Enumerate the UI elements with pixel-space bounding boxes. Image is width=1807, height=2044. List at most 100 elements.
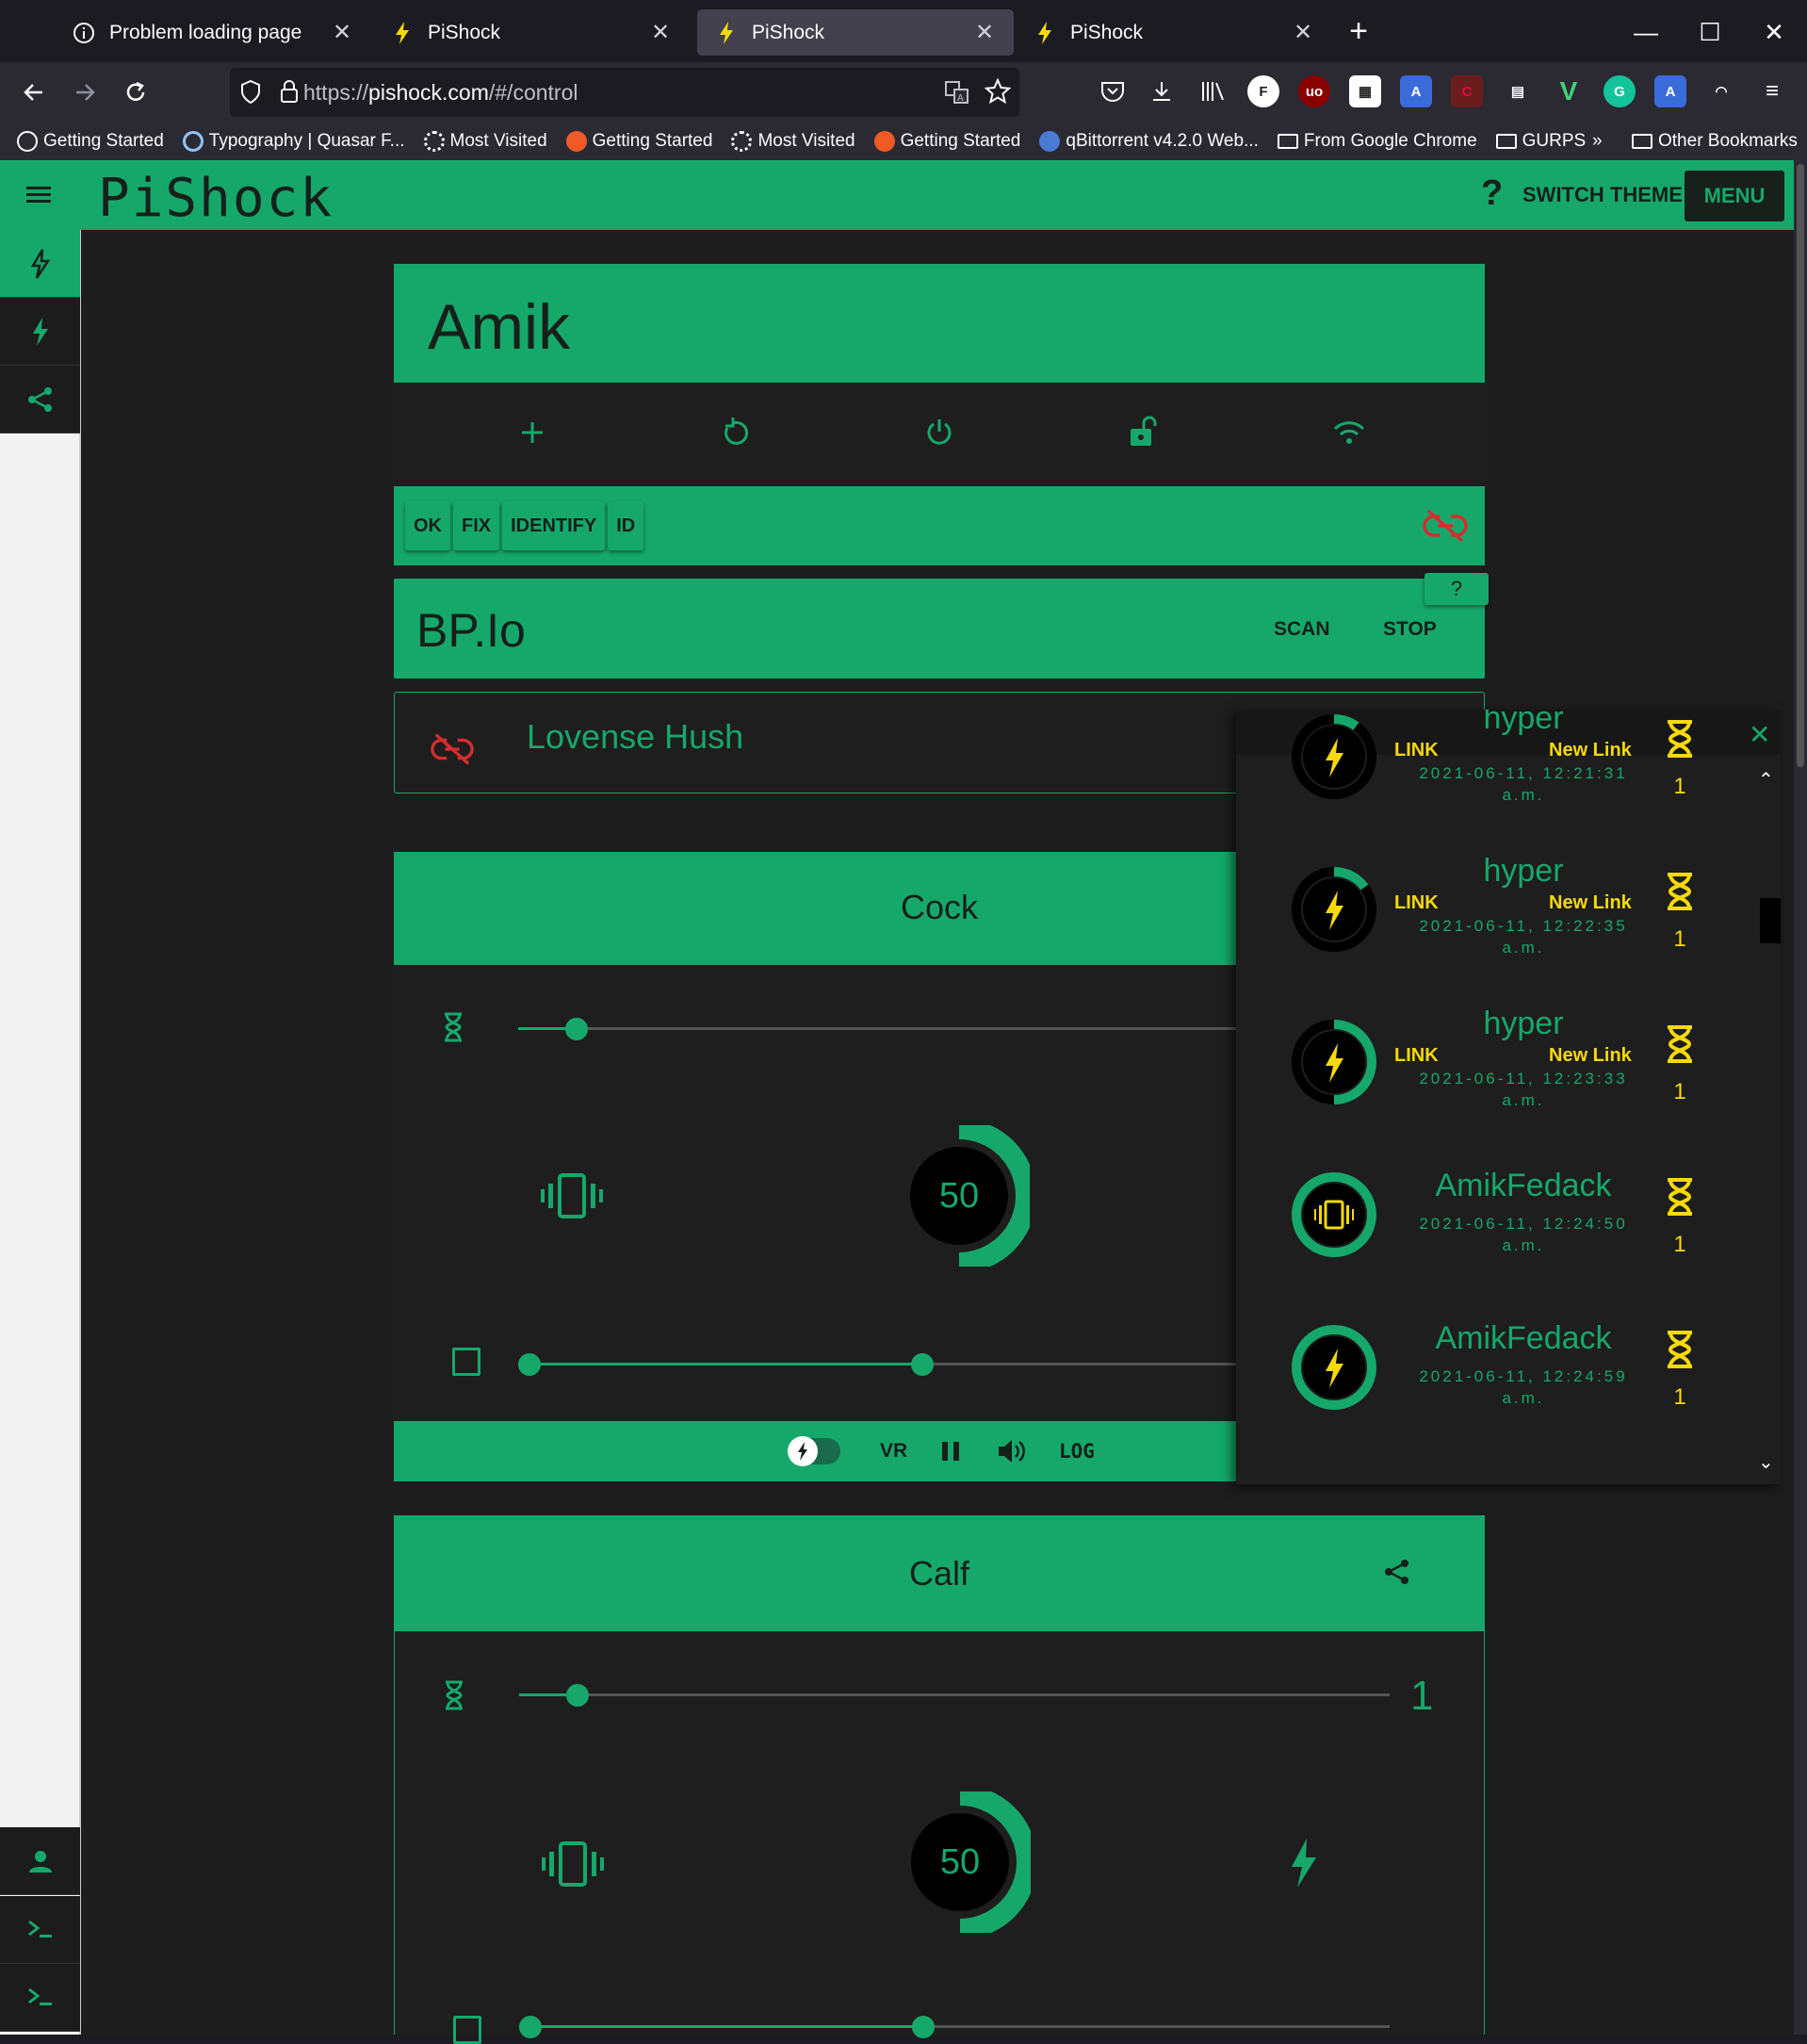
log-item[interactable]: AmikFedack 2021-06-11, 12:24:50 a.m. 1 — [1236, 1158, 1781, 1311]
identify-button[interactable]: IDENTIFY — [502, 501, 606, 550]
close-icon[interactable]: ✕ — [330, 19, 354, 46]
scroll-up-icon[interactable]: ⌃ — [1758, 768, 1774, 792]
stop-button[interactable]: STOP — [1383, 618, 1437, 641]
unlock-icon[interactable] — [1127, 415, 1159, 449]
reader-icon[interactable]: ▤ — [1502, 75, 1534, 107]
menu-button[interactable]: MENU — [1685, 171, 1784, 221]
log-item[interactable]: hyper LINK New Link 2021-06-11, 12:23:33 a.m… — [1236, 1006, 1781, 1158]
log-item[interactable]: hyper LINK New Link 2021-06-11, 12:21:31 a.m… — [1236, 710, 1781, 853]
new-tab-button[interactable]: + — [1340, 13, 1377, 50]
bookmarks-overflow-icon[interactable]: » — [1592, 131, 1603, 152]
intensity-dial[interactable]: 50 — [888, 1125, 1030, 1267]
sidebar-item-console-2[interactable] — [0, 1964, 80, 2032]
log-item[interactable]: AmikFedack 2021-06-11, 12:24:59 a.m. 1 — [1236, 1311, 1781, 1464]
close-icon[interactable]: ✕ — [648, 19, 673, 46]
scrollbar-thumb[interactable] — [1797, 164, 1804, 767]
checkbox[interactable] — [453, 2016, 481, 2044]
shield-icon[interactable] — [239, 79, 262, 106]
scroll-down-icon[interactable]: ⌄ — [1758, 1450, 1774, 1474]
url-bar[interactable]: https://pishock.com/#/control A — [230, 68, 1019, 117]
switch-theme-button[interactable]: SWITCH THEME — [1522, 183, 1683, 207]
bpio-help-button[interactable]: ? — [1424, 573, 1489, 605]
range-knob-max[interactable] — [911, 1353, 934, 1376]
reload-button[interactable] — [117, 74, 155, 111]
log-button[interactable]: LOG — [1059, 1440, 1095, 1463]
bookmark-folder-chrome[interactable]: From Google Chrome — [1277, 131, 1477, 152]
bookmark-getting-started-2[interactable]: Getting Started — [565, 131, 712, 152]
back-button[interactable] — [15, 74, 53, 111]
tab-pishock-3[interactable]: PiShock ✕ — [1016, 9, 1332, 56]
close-icon[interactable]: ✕ — [1291, 19, 1315, 46]
pause-icon[interactable] — [940, 1440, 961, 1463]
minimize-button[interactable]: — — [1622, 13, 1669, 51]
app-menu-icon[interactable]: ≡ — [1756, 75, 1788, 107]
sidebar-item-console-1[interactable] — [0, 1896, 80, 1964]
hamburger-menu-icon[interactable] — [24, 181, 53, 209]
checkbox[interactable] — [452, 1348, 480, 1376]
bookmark-qbittorrent[interactable]: qBittorrent v4.2.0 Web... — [1039, 131, 1259, 152]
close-icon[interactable]: ✕ — [972, 19, 997, 46]
tab-problem-loading[interactable]: Problem loading page ✕ — [55, 9, 371, 56]
tab-pishock-1[interactable]: PiShock ✕ — [373, 9, 690, 56]
id-button[interactable]: ID — [608, 501, 644, 550]
vue-devtools-icon[interactable]: V — [1553, 75, 1585, 107]
window-close-button[interactable]: ✕ — [1750, 13, 1798, 51]
bookmark-typography-quasar[interactable]: Typography | Quasar F... — [182, 131, 405, 152]
sidebar-item-shock[interactable] — [0, 298, 80, 366]
lock-icon[interactable] — [279, 79, 300, 104]
range-knob-max[interactable] — [912, 2016, 935, 2038]
ok-button[interactable]: OK — [405, 501, 450, 550]
page-scrollbar[interactable] — [1794, 160, 1807, 2035]
url-text[interactable]: https://pishock.com/#/control — [303, 80, 578, 106]
bookmark-getting-started-3[interactable]: Getting Started — [873, 131, 1020, 152]
intensity-range-slider[interactable] — [519, 2016, 1390, 2038]
restart-icon[interactable] — [720, 417, 752, 449]
log-scrollbar-thumb[interactable] — [1760, 898, 1781, 943]
intensity-dial[interactable]: 50 — [889, 1791, 1031, 1933]
shock-icon[interactable] — [1286, 1837, 1320, 1889]
bookmark-most-visited-2[interactable]: Most Visited — [731, 131, 855, 152]
maximize-button[interactable]: ☐ — [1686, 13, 1734, 51]
pocket-icon[interactable] — [1097, 75, 1129, 107]
bookmark-folder-gurps[interactable]: GURPS — [1495, 131, 1586, 152]
device-link-off-icon — [431, 730, 474, 768]
facebook-container-icon[interactable]: F — [1247, 75, 1279, 107]
sidebar-item-account[interactable] — [0, 1827, 80, 1895]
scan-button[interactable]: SCAN — [1274, 618, 1330, 641]
ublock-icon[interactable]: uo — [1298, 75, 1330, 107]
vr-button[interactable]: VR — [880, 1440, 907, 1463]
download-icon[interactable] — [1146, 75, 1178, 107]
cors-icon[interactable]: C — [1451, 75, 1483, 107]
power-icon[interactable] — [923, 417, 955, 449]
forward-button[interactable] — [66, 74, 104, 111]
range-knob-min[interactable] — [519, 2016, 542, 2038]
bookmark-other[interactable]: Other Bookmarks — [1632, 131, 1798, 152]
star-icon[interactable] — [984, 77, 1012, 106]
translate-extension-icon[interactable]: A — [1400, 75, 1432, 107]
slider-knob[interactable] — [565, 1018, 588, 1040]
qr-code-icon[interactable]: ▦ — [1349, 75, 1381, 107]
translate-icon[interactable]: A — [944, 79, 970, 106]
add-icon[interactable] — [518, 418, 546, 447]
grammarly-icon[interactable]: G — [1604, 75, 1636, 107]
bookmark-most-visited[interactable]: Most Visited — [423, 131, 547, 152]
help-button[interactable]: ? — [1481, 173, 1503, 214]
volume-icon[interactable] — [997, 1438, 1027, 1464]
slider-knob[interactable] — [566, 1684, 589, 1707]
duration-slider[interactable] — [519, 1684, 1390, 1707]
sidebar-item-share[interactable] — [0, 366, 80, 433]
vibrate-icon[interactable] — [542, 1840, 604, 1888]
mode-toggle[interactable] — [788, 1436, 840, 1466]
vibrate-icon[interactable] — [541, 1172, 603, 1219]
sidebar-item-control[interactable] — [0, 230, 80, 298]
log-item[interactable]: hyper LINK New Link 2021-06-11, 12:22:35 a.m… — [1236, 853, 1781, 1006]
range-knob-min[interactable] — [518, 1353, 541, 1376]
wifi-icon[interactable] — [1332, 418, 1366, 447]
bookmark-getting-started[interactable]: Getting Started — [17, 131, 164, 152]
library-icon[interactable] — [1197, 75, 1229, 107]
fix-button[interactable]: FIX — [453, 501, 500, 550]
share-icon[interactable] — [1383, 1558, 1411, 1586]
profile-icon[interactable]: ◠ — [1705, 75, 1737, 107]
tab-pishock-active[interactable]: PiShock ✕ — [697, 9, 1014, 56]
translate-icon-2[interactable]: A — [1654, 75, 1686, 107]
